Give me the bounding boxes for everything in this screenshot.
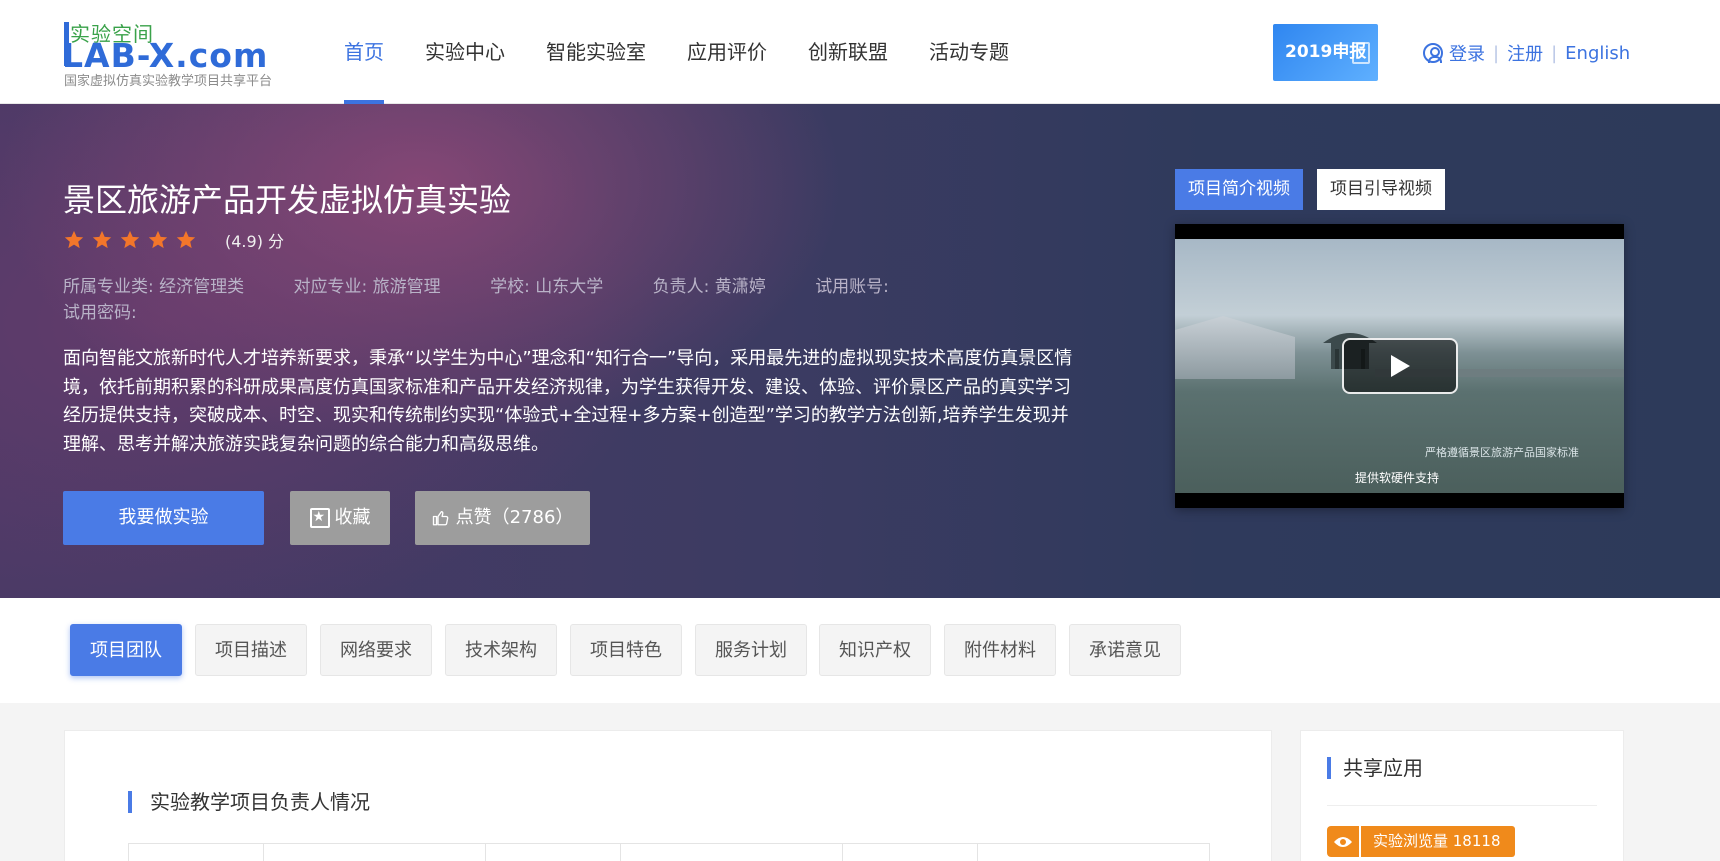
table-cell [621, 844, 843, 861]
tab-commitment[interactable]: 承诺意见 [1069, 624, 1181, 676]
hero-banner: 景区旅游产品开发虚拟仿真实验 (4.9) 分 所属专业类: 经济管理类 对应专业… [0, 104, 1720, 598]
star-icon [120, 230, 140, 249]
meta-major: 对应专业: 旅游管理 [293, 277, 441, 297]
site-logo[interactable]: 实验空间 LAB-X.com 国家虚拟仿真实验教学项目共享平台 [62, 18, 302, 89]
start-experiment-button[interactable]: 我要做实验 [63, 491, 264, 545]
play-icon [1391, 355, 1410, 377]
thumbs-up-icon [432, 510, 448, 526]
nav-item-evaluation[interactable]: 应用评价 [687, 0, 767, 104]
login-link[interactable]: 登录 [1449, 40, 1485, 66]
star-icon [92, 230, 112, 249]
bookmark-star-icon [309, 505, 330, 529]
star-icon [176, 230, 196, 249]
main-nav: 首页 实验中心 智能实验室 应用评价 创新联盟 活动专题 [344, 0, 1050, 104]
table-cell [264, 844, 486, 861]
document-icon [1352, 42, 1370, 64]
project-title: 景区旅游产品开发虚拟仿真实验 [63, 181, 512, 219]
section-title: 实验教学项目负责人情况 [128, 791, 370, 813]
tab-intro-video[interactable]: 项目简介视频 [1175, 169, 1303, 210]
star-rating: (4.9) 分 [63, 228, 284, 252]
tab-ip[interactable]: 知识产权 [819, 624, 931, 676]
divider [1327, 805, 1597, 806]
nav-item-home[interactable]: 首页 [344, 0, 384, 104]
nav-item-lab-center[interactable]: 实验中心 [425, 0, 505, 104]
meta-major-class: 所属专业类: 经济管理类 [63, 277, 245, 297]
meta-school: 学校: 山东大学 [490, 277, 604, 297]
project-tabs: 项目团队 项目描述 网络要求 技术架构 项目特色 服务计划 知识产权 附件材料 … [0, 598, 1720, 703]
views-badge: 实验浏览量 18118 [1327, 826, 1515, 857]
table-cell [486, 844, 621, 861]
play-button[interactable] [1342, 338, 1458, 394]
eye-icon [1327, 826, 1359, 857]
project-description: 面向智能文旅新时代人才培养新要求，秉承“以学生为中心”理念和“知行合一”导向，采… [63, 348, 1073, 455]
views-count: 实验浏览量 18118 [1361, 826, 1515, 857]
video-caption-standard: 严格遵循景区旅游产品国家标准 [1425, 446, 1579, 459]
tab-guide-video[interactable]: 项目引导视频 [1317, 169, 1445, 210]
tab-service-plan[interactable]: 服务计划 [695, 624, 807, 676]
like-label: 点赞（2786） [455, 507, 574, 528]
nav-item-alliance[interactable]: 创新联盟 [808, 0, 888, 104]
apply-2019-badge[interactable]: 2019申报 [1273, 24, 1378, 81]
video-caption-support: 提供软硬件支持 [1355, 471, 1440, 485]
user-links: 登录 | 注册 | English [1423, 40, 1630, 66]
star-icon [64, 230, 84, 249]
rating-score: (4.9) 分 [225, 232, 285, 251]
video-player[interactable]: 严格遵循景区旅游产品国家标准 提供软硬件支持 [1175, 224, 1624, 508]
favorite-label: 收藏 [334, 507, 371, 528]
tab-architecture[interactable]: 技术架构 [445, 624, 557, 676]
logo-subtitle: 国家虚拟仿真实验教学项目共享平台 [64, 74, 273, 89]
share-title: 共享应用 [1327, 757, 1423, 779]
header: 实验空间 LAB-X.com 国家虚拟仿真实验教学项目共享平台 首页 实验中心 … [0, 0, 1720, 104]
english-link[interactable]: English [1565, 43, 1630, 64]
divider: | [1493, 42, 1500, 64]
user-icon [1423, 43, 1443, 63]
tab-network[interactable]: 网络要求 [320, 624, 432, 676]
tab-features[interactable]: 项目特色 [570, 624, 682, 676]
table-cell [129, 844, 264, 861]
like-button[interactable]: 点赞（2786） [415, 491, 590, 545]
meta-trial-password: 试用密码: [63, 303, 137, 323]
leader-table [128, 843, 1210, 861]
nav-item-events[interactable]: 活动专题 [929, 0, 1009, 104]
nav-item-smart-lab[interactable]: 智能实验室 [546, 0, 646, 104]
divider: | [1551, 42, 1558, 64]
thumbnail-shore [1175, 316, 1295, 379]
project-meta: 所属专业类: 经济管理类 对应专业: 旅游管理 学校: 山东大学 负责人: 黄潇… [63, 274, 963, 326]
meta-leader: 负责人: 黄潇婷 [652, 277, 766, 297]
register-link[interactable]: 注册 [1507, 40, 1543, 66]
tab-team[interactable]: 项目团队 [70, 624, 182, 676]
tab-description[interactable]: 项目描述 [195, 624, 307, 676]
star-icon [148, 230, 168, 249]
table-cell [843, 844, 978, 861]
tab-attachments[interactable]: 附件材料 [944, 624, 1056, 676]
favorite-button[interactable]: 收藏 [290, 491, 390, 545]
meta-trial-account: 试用账号: [815, 277, 889, 297]
